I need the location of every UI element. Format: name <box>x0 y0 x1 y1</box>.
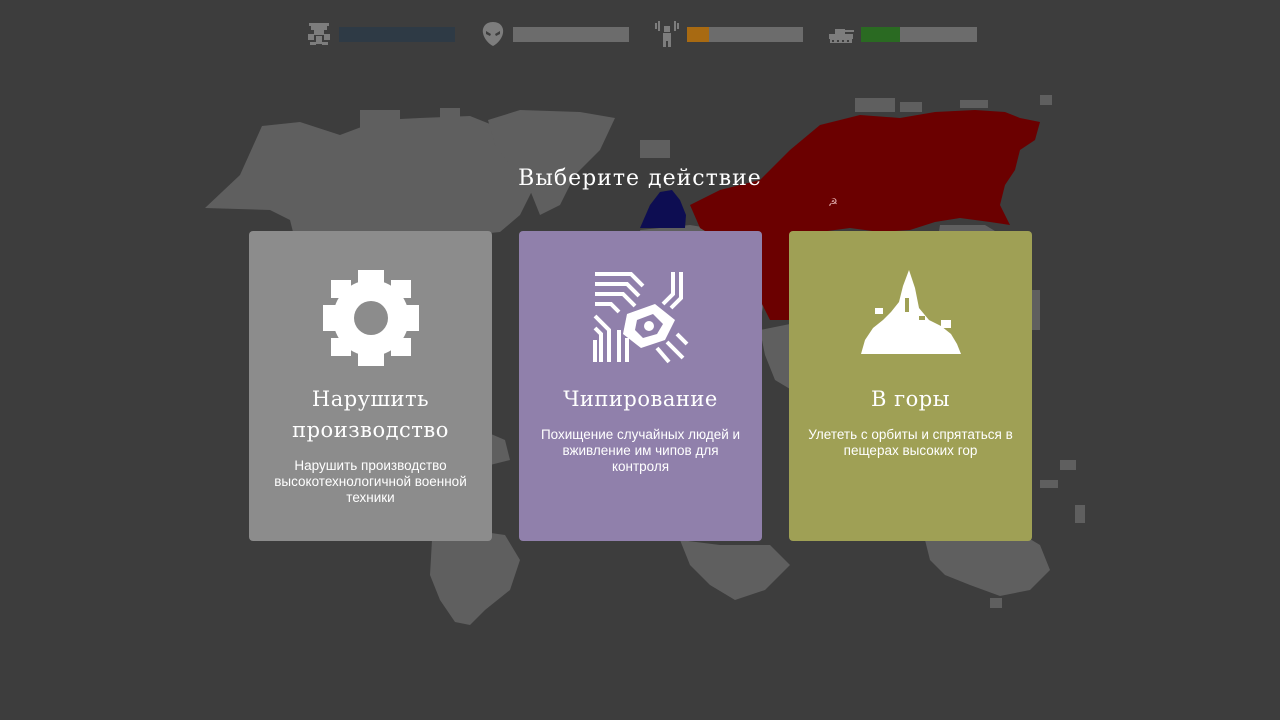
hud-bar-human-radar <box>687 26 803 42</box>
hud-bar-fill <box>861 26 901 42</box>
hud-alien-crest <box>305 18 455 50</box>
alien-head-icon <box>482 22 504 46</box>
card-description: Улететь с орбиты и спрятаться в пещерах … <box>808 427 1013 458</box>
scandinavia-region <box>640 190 686 228</box>
card-title: Нарушить производство <box>292 387 449 442</box>
alien-crest-icon <box>308 23 330 45</box>
card-title: В горы <box>871 387 950 411</box>
hud-bar-alien-head <box>513 26 629 42</box>
hud-tank <box>827 18 977 50</box>
south-america <box>430 530 520 625</box>
hud-alien-head <box>479 18 629 50</box>
action-card-sabotage[interactable]: Нарушить производство Нарушить производс… <box>249 231 492 541</box>
mountain-icon <box>860 270 961 354</box>
page-title: Выберите действие <box>518 166 762 191</box>
hud-bar-alien-crest <box>339 26 455 42</box>
tank-icon <box>829 29 854 43</box>
hud-bar-fill <box>687 26 710 42</box>
human-radar-icon <box>655 21 679 47</box>
card-title: Чипирование <box>563 387 718 411</box>
action-card-chipping[interactable]: Чипирование Похищение случайных людей и … <box>519 231 762 541</box>
card-description: Похищение случайных людей и вживление им… <box>540 427 741 474</box>
africa <box>680 540 790 600</box>
microchip-icon <box>592 272 688 364</box>
action-card-mountains[interactable]: В горы Улететь с орбиты и спрятаться в п… <box>789 231 1032 541</box>
card-description: Нарушить производство высокотехнологично… <box>274 458 467 505</box>
gear-icon <box>322 270 419 366</box>
hud-human-radar <box>653 18 803 50</box>
hud-bar-tank <box>861 26 977 42</box>
hammer-sickle-icon: ☭ <box>828 196 838 209</box>
